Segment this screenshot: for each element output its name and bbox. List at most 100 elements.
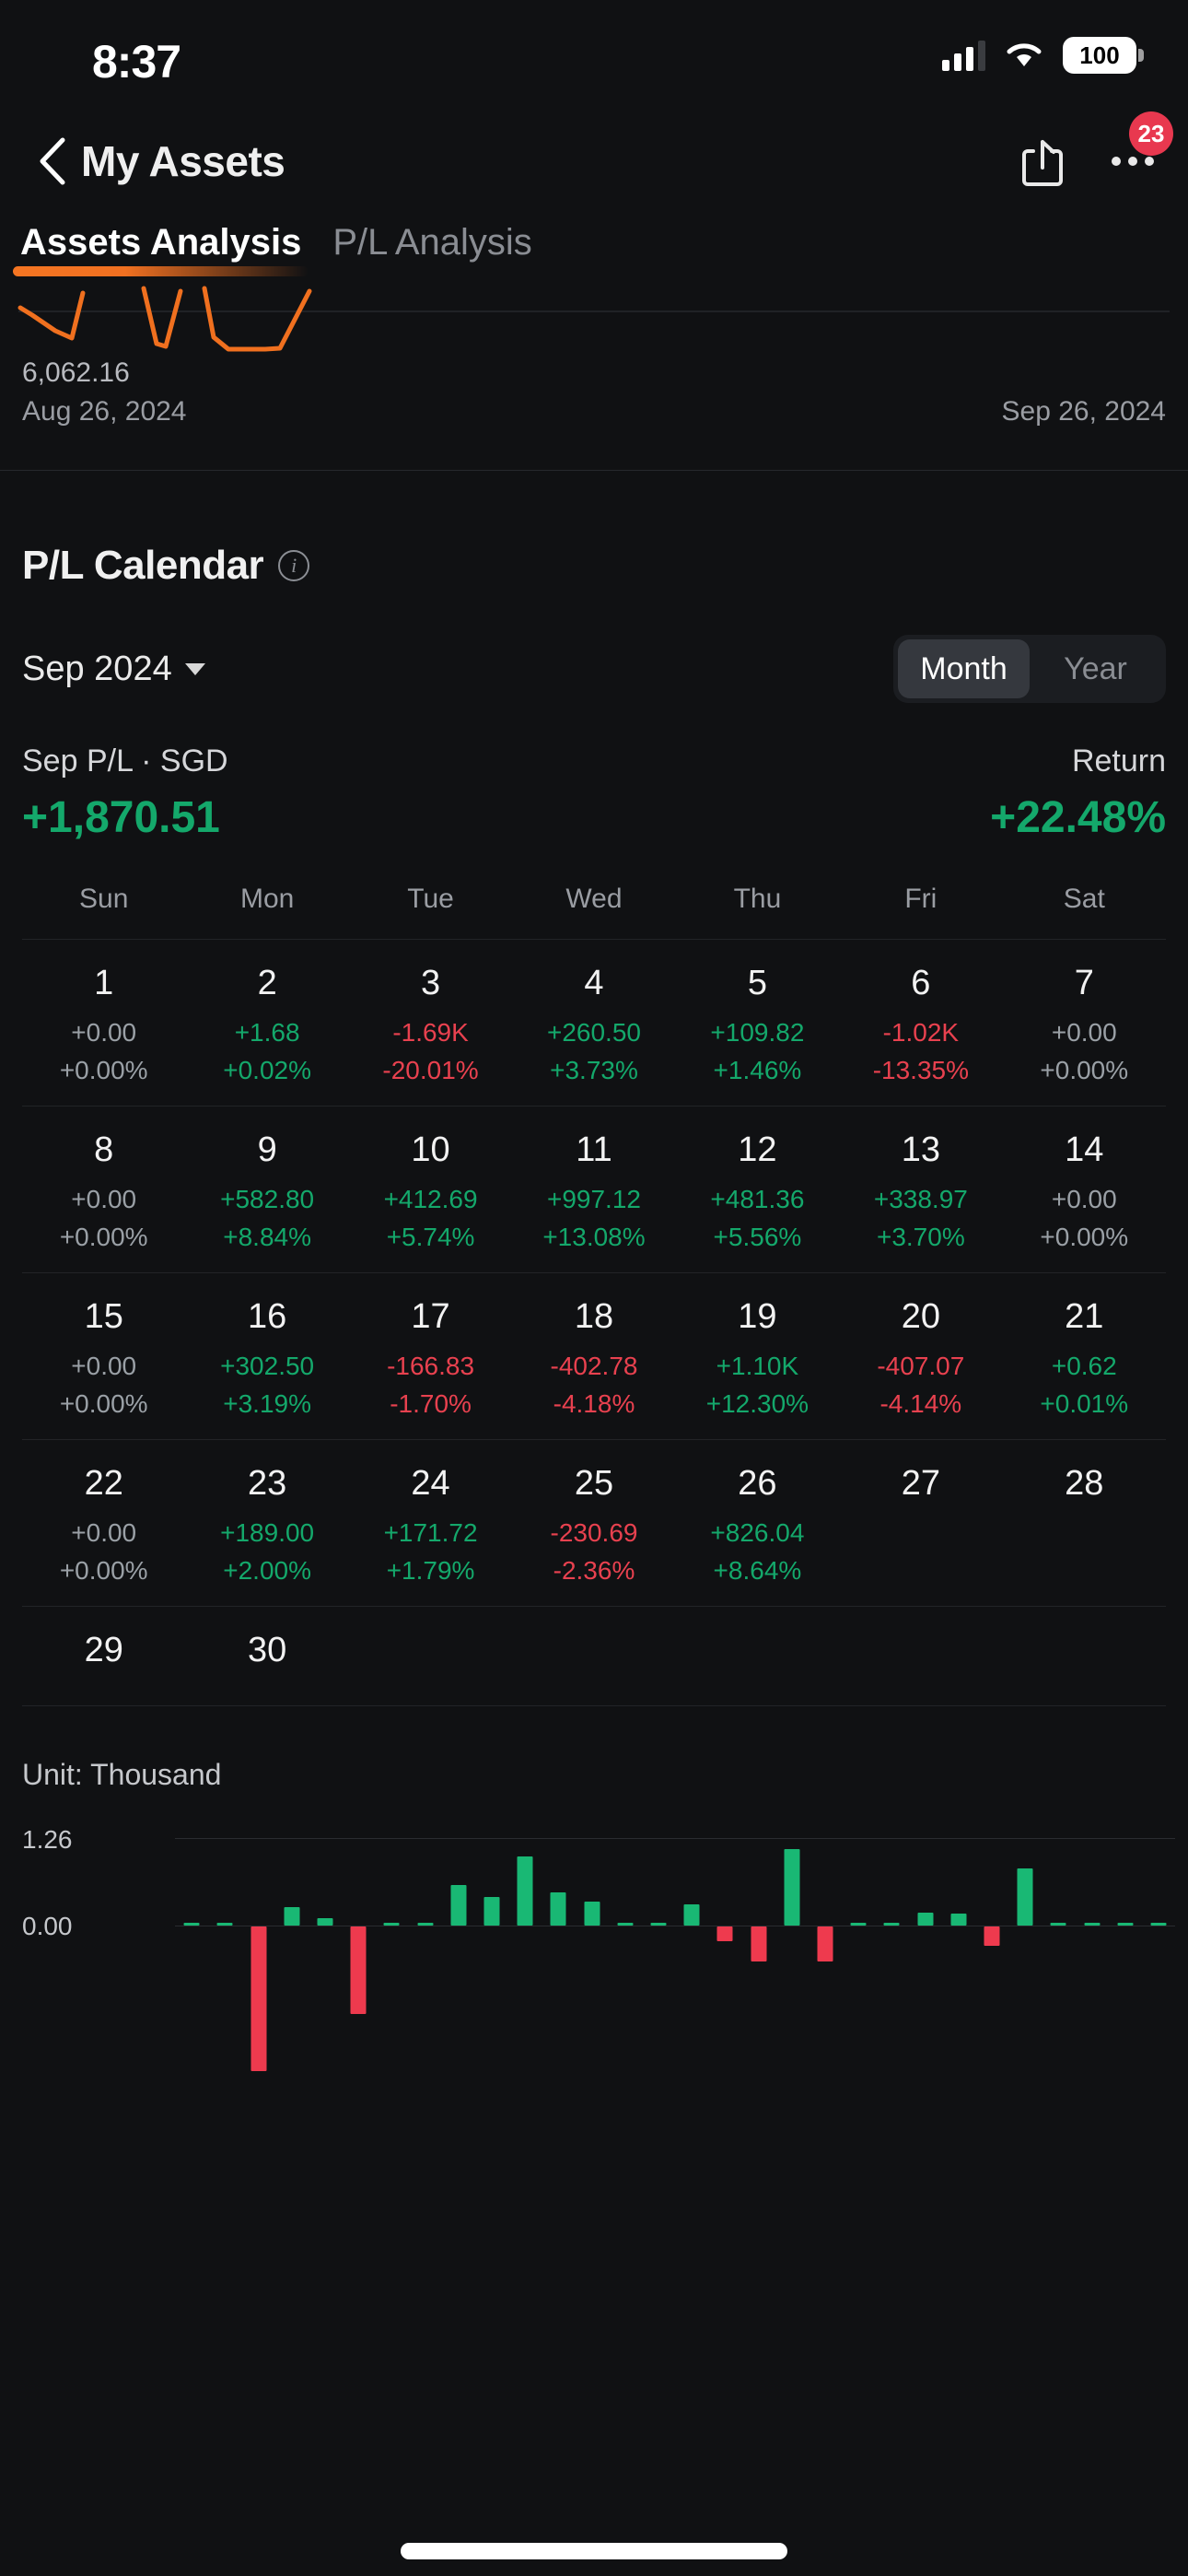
- calendar-day-pct: +5.74%: [386, 1223, 475, 1251]
- calendar-day-pl: -166.83: [387, 1352, 475, 1380]
- calendar-day-cell[interactable]: 10 +412.69 +5.74%: [349, 1130, 512, 1252]
- bar-positive: [1050, 1923, 1066, 1926]
- daily-pl-bar-chart[interactable]: 1.26 0.00: [0, 1825, 1188, 2072]
- calendar-day-cell[interactable]: 29: [22, 1631, 185, 1685]
- calendar-day-cell[interactable]: 13 +338.97 +3.70%: [839, 1130, 1002, 1252]
- notification-badge: 23: [1129, 111, 1173, 156]
- bar-positive: [784, 1849, 800, 1926]
- bar-slot: [1142, 1831, 1175, 2020]
- calendar-day-cell[interactable]: 7 +0.00 +0.00%: [1003, 964, 1166, 1085]
- calendar-day-pct: +5.56%: [713, 1223, 802, 1251]
- bar-axis-max-label: 1.26: [22, 1825, 73, 1854]
- bar-slot: [908, 1831, 941, 2020]
- calendar-day-pl: +0.62: [1051, 1352, 1117, 1380]
- bar-series: [175, 1831, 1175, 2072]
- day-header: Sat: [1063, 884, 1105, 914]
- calendar-day-number: 28: [1065, 1464, 1104, 1503]
- calendar-day-cell[interactable]: 19 +1.10K +12.30%: [676, 1297, 839, 1419]
- calendar-day-cell[interactable]: 6 -1.02K -13.35%: [839, 964, 1002, 1085]
- pl-calendar-controls: Sep 2024 Month Year: [22, 635, 1166, 703]
- calendar-day-number: 16: [247, 1297, 287, 1336]
- bar-slot: [1008, 1831, 1042, 2020]
- wifi-icon: [1006, 40, 1042, 71]
- calendar-day-number: 19: [738, 1297, 777, 1336]
- calendar-day-cell[interactable]: 1 +0.00 +0.00%: [22, 964, 185, 1085]
- calendar-day-number: 10: [411, 1130, 450, 1169]
- calendar-day-pl: -407.07: [877, 1352, 965, 1380]
- bar-positive: [1117, 1923, 1134, 1926]
- share-button[interactable]: [1017, 134, 1072, 189]
- calendar-day-pl: -1.02K: [882, 1018, 960, 1047]
- bar-slot: [408, 1831, 441, 2020]
- calendar-day-cell[interactable]: 23 +189.00 +2.00%: [185, 1464, 348, 1586]
- bar-positive: [650, 1923, 667, 1926]
- bar-positive: [483, 1896, 500, 1926]
- share-icon: [1022, 140, 1063, 186]
- chart-end-date: Sep 26, 2024: [1001, 396, 1167, 427]
- calendar-day-pl: +189.00: [220, 1518, 315, 1547]
- calendar-day-cell[interactable]: 2 +1.68 +0.02%: [185, 964, 348, 1085]
- calendar-day-cell[interactable]: 18 -402.78 -4.18%: [512, 1297, 675, 1419]
- bar-slot: [575, 1831, 608, 2020]
- calendar-day-cell[interactable]: 5 +109.82 +1.46%: [676, 964, 839, 1085]
- range-option-month[interactable]: Month: [898, 639, 1030, 698]
- status-bar-time: 8:37: [92, 36, 181, 88]
- calendar-day-cell[interactable]: 26 +826.04 +8.64%: [676, 1464, 839, 1586]
- calendar-day-cell[interactable]: 30: [185, 1631, 348, 1685]
- calendar-day-number: 22: [84, 1464, 123, 1503]
- info-icon[interactable]: i: [278, 550, 310, 581]
- calendar-day-number: 23: [247, 1464, 287, 1503]
- calendar-day-number: 30: [247, 1631, 287, 1669]
- range-toggle: Month Year: [893, 635, 1166, 703]
- calendar-day-cell[interactable]: 20 -407.07 -4.14%: [839, 1297, 1002, 1419]
- pl-calendar-title: P/L Calendar: [22, 543, 264, 588]
- calendar-day-cell[interactable]: 24 +171.72 +1.79%: [349, 1464, 512, 1586]
- calendar-day-number: 17: [411, 1297, 450, 1336]
- calendar-day-pl: +826.04: [710, 1518, 805, 1547]
- bar-slot: [675, 1831, 708, 2020]
- calendar-day-cell[interactable]: 4 +260.50 +3.73%: [512, 964, 675, 1085]
- bar-slot: [809, 1831, 842, 2020]
- bar-positive: [517, 1856, 533, 1926]
- calendar-day-number: 26: [738, 1464, 777, 1503]
- calendar-day-pl: +0.00: [71, 1518, 137, 1547]
- bar-slot: [842, 1831, 875, 2020]
- month-picker[interactable]: Sep 2024: [22, 650, 205, 689]
- calendar-day-cell[interactable]: 21 +0.62 +0.01%: [1003, 1297, 1166, 1419]
- calendar-day-cell[interactable]: 28: [1003, 1464, 1166, 1586]
- calendar-day-number: 12: [738, 1130, 777, 1169]
- bar-slot: [1075, 1831, 1108, 2020]
- calendar-day-cell: [512, 1631, 675, 1685]
- bar-positive: [850, 1923, 867, 1926]
- calendar-day-pl: +0.00: [71, 1018, 137, 1047]
- calendar-day-cell[interactable]: 8 +0.00 +0.00%: [22, 1130, 185, 1252]
- calendar-day-cell[interactable]: 27: [839, 1464, 1002, 1586]
- range-option-year[interactable]: Year: [1030, 639, 1161, 698]
- calendar-day-cell[interactable]: 14 +0.00 +0.00%: [1003, 1130, 1166, 1252]
- calendar-day-number: 21: [1065, 1297, 1104, 1336]
- calendar-day-pct: +8.64%: [713, 1556, 802, 1585]
- battery-level: 100: [1079, 41, 1120, 69]
- pl-summary-left: Sep P/L · SGD +1,870.51: [22, 744, 228, 843]
- calendar-day-pct: +12.30%: [705, 1389, 809, 1418]
- calendar-day-cell[interactable]: 16 +302.50 +3.19%: [185, 1297, 348, 1419]
- nav-actions: 23: [1017, 111, 1173, 189]
- home-indicator: [401, 2543, 787, 2559]
- calendar-day-cell[interactable]: 11 +997.12 +13.08%: [512, 1130, 675, 1252]
- calendar-day-cell[interactable]: 22 +0.00 +0.00%: [22, 1464, 185, 1586]
- calendar-day-cell[interactable]: 12 +481.36 +5.56%: [676, 1130, 839, 1252]
- calendar-day-cell[interactable]: 3 -1.69K -20.01%: [349, 964, 512, 1085]
- back-button[interactable]: [20, 129, 85, 193]
- calendar-day-number: 15: [84, 1297, 123, 1336]
- calendar-day-cell[interactable]: 9 +582.80 +8.84%: [185, 1130, 348, 1252]
- bar-positive: [950, 1914, 967, 1926]
- more-options-button[interactable]: 23: [1105, 111, 1173, 189]
- assets-line-chart[interactable]: 6,062.16: [0, 275, 1188, 388]
- calendar-day-cell[interactable]: 17 -166.83 -1.70%: [349, 1297, 512, 1419]
- bar-slot: [775, 1831, 809, 2020]
- calendar-day-cell[interactable]: 25 -230.69 -2.36%: [512, 1464, 675, 1586]
- calendar-day-pct: -2.36%: [553, 1556, 635, 1585]
- calendar-day-cell[interactable]: 15 +0.00 +0.00%: [22, 1297, 185, 1419]
- calendar-day-pl: -402.78: [550, 1352, 638, 1380]
- calendar-day-pct: -13.35%: [872, 1056, 969, 1084]
